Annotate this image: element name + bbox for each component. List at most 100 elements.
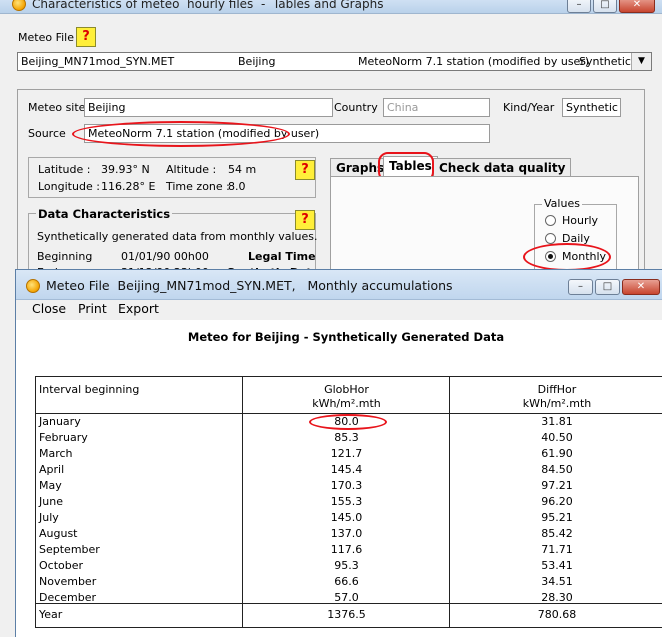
diffhor-cell: 85.42	[541, 527, 573, 540]
diffhor-cell: 61.90	[541, 447, 573, 460]
table-row: March 121.7 61.90	[36, 447, 662, 463]
month-cell: February	[39, 431, 88, 444]
monthly-accumulations-window: Meteo File Beijing_MN71mod_SYN.MET, Mont…	[15, 269, 662, 637]
globhor-cell: 137.0	[330, 527, 363, 540]
globhor-cell: 57.0	[334, 591, 359, 604]
total-globhor: 1376.5	[327, 608, 366, 621]
country-field[interactable]: China	[383, 98, 490, 117]
data-description: Synthetically generated data from monthl…	[37, 230, 318, 243]
globhor-cell: 117.6	[330, 543, 363, 556]
minimize-icon[interactable]: –	[567, 0, 591, 13]
meteo-file-help-button[interactable]: ?	[76, 27, 96, 47]
front-window-title: Meteo File Beijing_MN71mod_SYN.MET, Mont…	[46, 278, 453, 293]
month-cell: July	[39, 511, 59, 524]
diffhor-cell: 40.50	[541, 431, 573, 444]
diffhor-cell: 34.51	[541, 575, 573, 588]
location-help-button[interactable]: ?	[295, 160, 315, 180]
globhor-cell: 121.7	[330, 447, 363, 460]
month-cell: November	[39, 575, 97, 588]
total-label: Year	[39, 608, 63, 621]
report-title: Meteo for Beijing - Synthetically Genera…	[187, 330, 505, 344]
front-title-bar: Meteo File Beijing_MN71mod_SYN.MET, Mont…	[16, 270, 662, 300]
beginning-label: Beginning	[37, 250, 93, 263]
values-group-title: Values	[542, 197, 582, 210]
minimize-icon[interactable]: –	[568, 279, 593, 295]
radio-hourly-dot[interactable]	[545, 215, 556, 226]
data-characteristics-title: Data Characteristics	[36, 207, 173, 221]
annotation-source-circle	[72, 121, 290, 147]
country-label: Country	[334, 101, 378, 114]
header-globhor-unit: kWh/m².mth	[312, 397, 381, 410]
month-cell: September	[39, 543, 100, 556]
month-cell: June	[39, 495, 63, 508]
radio-daily-dot[interactable]	[545, 233, 556, 244]
close-icon[interactable]: ✕	[619, 0, 655, 13]
globhor-cell: 145.4	[330, 463, 363, 476]
longitude-label: Longitude :	[38, 180, 100, 193]
diffhor-cell: 97.21	[541, 479, 573, 492]
table-row: April 145.4 84.50	[36, 463, 662, 479]
diffhor-cell: 53.41	[541, 559, 573, 572]
table-row: February 85.3 40.50	[36, 431, 662, 447]
table-total-row: Year 1376.5 780.68	[36, 608, 662, 624]
table-row: December 57.0 28.30	[36, 591, 662, 607]
globhor-cell: 170.3	[330, 479, 363, 492]
diffhor-cell: 95.21	[541, 511, 573, 524]
diffhor-cell: 71.71	[541, 543, 573, 556]
kind-year-field[interactable]: Synthetic	[562, 98, 621, 117]
meteo-site-label: Meteo site	[28, 101, 86, 114]
data-characteristics-help-button[interactable]: ?	[295, 210, 315, 230]
app-sun-icon	[12, 0, 26, 11]
diffhor-cell: 28.30	[541, 591, 573, 604]
table-row: July 145.0 95.21	[36, 511, 662, 527]
back-title-bar: Characteristics of meteo hourly files - …	[0, 0, 662, 14]
month-cell: April	[39, 463, 65, 476]
radio-hourly-label: Hourly	[562, 214, 599, 227]
table-header: Interval beginning GlobHor kWh/m².mth Di…	[36, 377, 662, 413]
kind-year-label: Kind/Year	[503, 101, 555, 114]
table-row: October 95.3 53.41	[36, 559, 662, 575]
globhor-cell: 66.6	[334, 575, 359, 588]
meteo-file-label: Meteo File	[18, 31, 74, 44]
month-cell: October	[39, 559, 84, 572]
file-select-source: MeteoNorm 7.1 station (modified by user)	[358, 55, 590, 68]
diffhor-cell: 31.81	[541, 415, 573, 428]
latitude-label: Latitude :	[38, 163, 91, 176]
month-cell: December	[39, 591, 97, 604]
globhor-cell: 85.3	[334, 431, 359, 444]
app-sun-icon	[26, 279, 40, 293]
beginning-value: 01/01/90 00h00	[121, 250, 209, 263]
globhor-cell: 95.3	[334, 559, 359, 572]
table-row: August 137.0 85.42	[36, 527, 662, 543]
meteo-file-select[interactable]: Beijing_MN71mod_SYN.MET Beijing MeteoNor…	[17, 52, 652, 71]
file-select-filename: Beijing_MN71mod_SYN.MET	[21, 55, 175, 68]
table-row: June 155.3 96.20	[36, 495, 662, 511]
table-body: January 80.0 31.81 February 85.3 40.50 March 12…	[36, 415, 662, 605]
menu-export[interactable]: Export	[118, 301, 159, 316]
maximize-icon[interactable]: □	[595, 279, 620, 295]
header-globhor: GlobHor	[324, 383, 369, 396]
altitude-value: 54 m	[228, 163, 257, 176]
total-diffhor: 780.68	[537, 608, 577, 621]
file-select-site: Beijing	[238, 55, 276, 68]
menu-bar: Close Print Export	[16, 300, 662, 320]
close-icon[interactable]: ✕	[622, 279, 660, 295]
menu-print[interactable]: Print	[78, 301, 107, 316]
chevron-down-icon[interactable]: ▼	[631, 53, 651, 70]
meteo-site-field[interactable]: Beijing	[84, 98, 333, 117]
month-cell: March	[39, 447, 73, 460]
month-cell: August	[39, 527, 78, 540]
timezone-label: Time zone :	[166, 180, 230, 193]
timezone-value: 8.0	[228, 180, 246, 193]
menu-close[interactable]: Close	[32, 301, 66, 316]
diffhor-cell: 84.50	[541, 463, 573, 476]
globhor-cell: 145.0	[330, 511, 363, 524]
monthly-table: Interval beginning GlobHor kWh/m².mth Di…	[35, 376, 662, 628]
maximize-icon[interactable]: □	[593, 0, 617, 13]
header-diffhor-unit: kWh/m².mth	[522, 397, 592, 410]
table-row: May 170.3 97.21	[36, 479, 662, 495]
month-cell: May	[39, 479, 62, 492]
tables-tab-pane: Values Hourly Daily Monthly	[330, 176, 639, 276]
altitude-label: Altitude :	[166, 163, 217, 176]
tab-check-data-quality[interactable]: Check data quality	[433, 158, 572, 178]
